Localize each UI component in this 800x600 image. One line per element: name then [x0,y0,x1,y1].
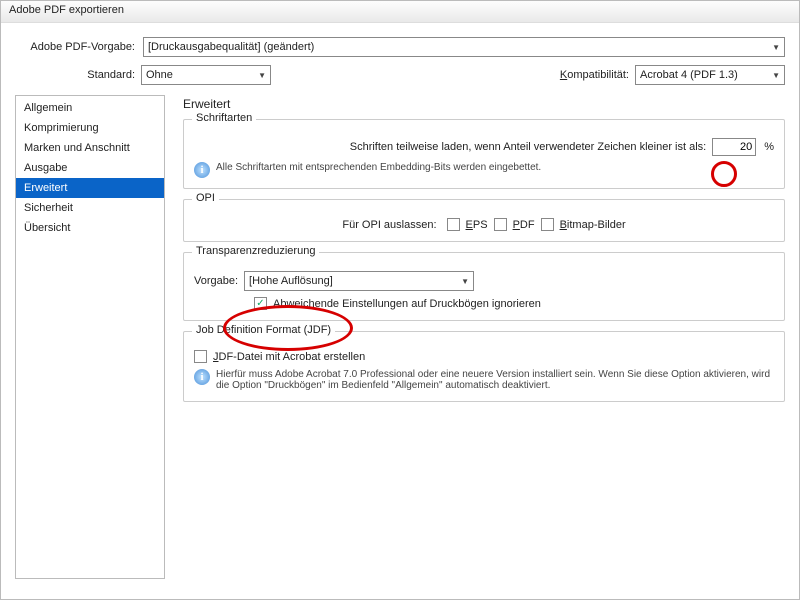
opi-pdf-label: PDF [513,219,535,231]
main-panel: Erweitert Schriftarten Schriften teilwei… [165,95,785,579]
sidebar-item-komprimierung[interactable]: Komprimierung [16,118,164,138]
standard-value: Ohne [146,69,173,81]
preset-label: Adobe PDF-Vorgabe: [15,41,135,53]
pdf-export-dialog: Adobe PDF exportieren Adobe PDF-Vorgabe:… [0,0,800,600]
opi-group: OPI Für OPI auslassen: EPS PDF Bitmap-Bi… [183,199,785,242]
trans-ignore-checkbox[interactable] [254,297,267,310]
fonts-info-text: Alle Schriftarten mit entsprechenden Emb… [216,162,541,173]
subset-suffix: % [764,141,774,153]
compat-value: Acrobat 4 (PDF 1.3) [640,69,738,81]
trans-preset-label: Vorgabe: [194,275,238,287]
fonts-info-row: i Alle Schriftarten mit entsprechenden E… [194,162,774,178]
chevron-down-icon: ▼ [461,277,469,286]
sidebar-item-ausgabe[interactable]: Ausgabe [16,158,164,178]
window-titlebar: Adobe PDF exportieren [1,1,799,23]
compat-label: Kompatibilität: [560,69,629,81]
fonts-group-title: Schriftarten [192,112,256,124]
trans-preset-dropdown[interactable]: [Hohe Auflösung] ▼ [244,271,474,291]
transparency-group: Transparenzreduzierung Vorgabe: [Hohe Au… [183,252,785,321]
page-title: Erweitert [183,97,785,111]
opi-eps-label: EPS [466,219,488,231]
jdf-info-row: i Hierfür muss Adobe Acrobat 7.0 Profess… [194,369,774,391]
jdf-group-title: Job Definition Format (JDF) [192,324,335,336]
info-icon: i [194,369,210,385]
sidebar-item-label: Komprimierung [24,122,99,134]
opi-pdf-checkbox[interactable] [494,218,507,231]
sidebar-item-label: Ausgabe [24,162,67,174]
sidebar-item-label: Allgemein [24,102,72,114]
info-icon: i [194,162,210,178]
fonts-group: Schriftarten Schriften teilweise laden, … [183,119,785,189]
chevron-down-icon: ▼ [772,71,780,80]
opi-bitmap-checkbox[interactable] [541,218,554,231]
opi-group-title: OPI [192,192,219,204]
standard-dropdown[interactable]: Ohne ▼ [141,65,271,85]
preset-row: Adobe PDF-Vorgabe: [Druckausgabequalität… [1,23,799,61]
sidebar-item-sicherheit[interactable]: Sicherheit [16,198,164,218]
sidebar-item-allgemein[interactable]: Allgemein [16,98,164,118]
sidebar-item-marken[interactable]: Marken und Anschnitt [16,138,164,158]
sidebar-item-label: Erweitert [24,182,67,194]
compat-dropdown[interactable]: Acrobat 4 (PDF 1.3) ▼ [635,65,785,85]
transparency-group-title: Transparenzreduzierung [192,245,319,257]
subset-percent-input[interactable] [712,138,756,156]
window-title: Adobe PDF exportieren [9,4,124,16]
sidebar-item-label: Marken und Anschnitt [24,142,130,154]
opi-bitmap-label: Bitmap-Bilder [560,219,626,231]
opi-eps-checkbox[interactable] [447,218,460,231]
chevron-down-icon: ▼ [258,71,266,80]
sidebar-item-erweitert[interactable]: Erweitert [16,178,164,198]
jdf-create-label: JDF-Datei mit Acrobat erstellen [213,351,365,363]
preset-value: [Druckausgabequalität] (geändert) [148,41,314,53]
jdf-info-text: Hierfür muss Adobe Acrobat 7.0 Professio… [216,369,774,391]
subset-label: Schriften teilweise laden, wenn Anteil v… [350,141,706,153]
opi-label: Für OPI auslassen: [342,219,436,231]
sidebar-item-uebersicht[interactable]: Übersicht [16,218,164,238]
sidebar-item-label: Übersicht [24,222,70,234]
jdf-group: Job Definition Format (JDF) JDF-Datei mi… [183,331,785,402]
chevron-down-icon: ▼ [772,43,780,52]
sidebar: Allgemein Komprimierung Marken und Ansch… [15,95,165,579]
preset-dropdown[interactable]: [Druckausgabequalität] (geändert) ▼ [143,37,785,57]
trans-preset-value: [Hohe Auflösung] [249,275,333,287]
trans-ignore-label: Abweichende Einstellungen auf Druckbögen… [273,298,541,310]
dialog-body: Allgemein Komprimierung Marken und Ansch… [1,95,799,593]
standard-compat-row: Standard: Ohne ▼ Kompatibilität: Acrobat… [1,61,799,95]
standard-label: Standard: [15,69,135,81]
sidebar-item-label: Sicherheit [24,202,73,214]
jdf-create-checkbox[interactable] [194,350,207,363]
